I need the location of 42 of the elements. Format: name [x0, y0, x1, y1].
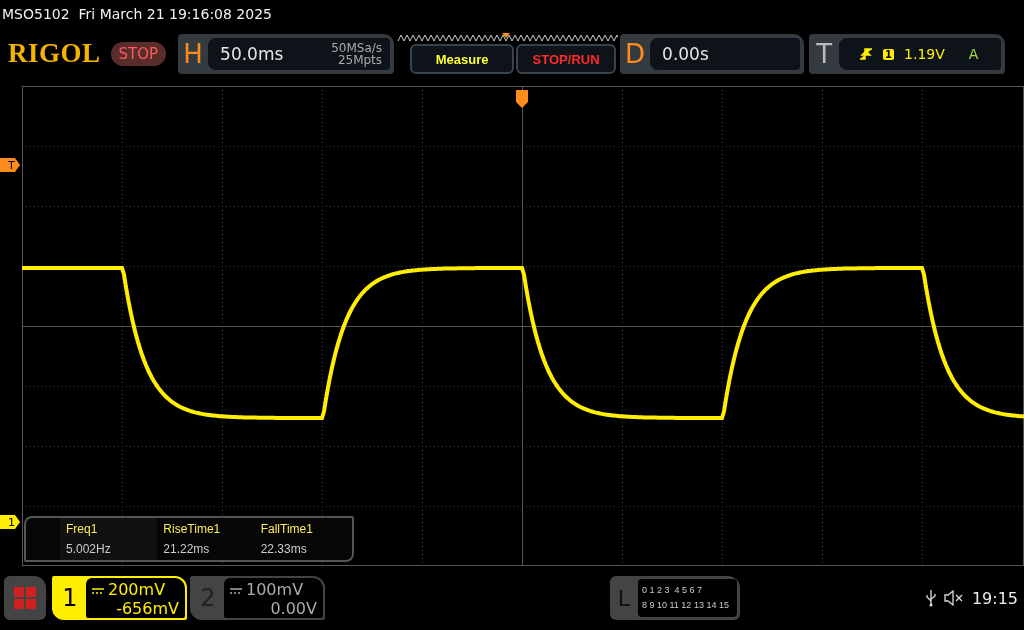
delay-panel[interactable]: D 0.00s	[620, 34, 805, 74]
trigger-level: 1.19V	[904, 46, 945, 62]
measurement-value: 5.002Hz	[66, 542, 112, 556]
trigger-mode: A	[968, 46, 979, 62]
channel-offset: -656mV	[116, 599, 179, 618]
memory-depth: 25Mpts	[337, 54, 383, 66]
channel-offset-marker[interactable]: 1	[0, 515, 20, 529]
stop-run-button[interactable]: STOP/RUN	[516, 44, 617, 74]
channel-scale: 100mV	[246, 580, 304, 599]
usb-icon[interactable]	[925, 589, 936, 607]
trigger-label: T	[815, 39, 834, 69]
channel-offset: 0.00V	[270, 599, 317, 618]
measurement-name: RiseTime1	[163, 522, 222, 536]
measurement-name: FallTime1	[260, 522, 314, 536]
brand-logo: RIGOL	[8, 38, 101, 69]
trigger-level-marker[interactable]: T	[0, 158, 20, 172]
channel-number: 1	[61, 583, 79, 614]
trigger-position-marker[interactable]	[516, 90, 528, 108]
status-line: MSO5102 Fri March 21 19:16:08 2025	[2, 6, 272, 22]
channel-panel[interactable]: 1 200mV -656mV	[52, 576, 187, 620]
logic-channel-numbers: 8 9 10 11 12 13 14 15	[642, 600, 729, 610]
memory-overview-icon	[396, 32, 619, 42]
delay-label: D	[624, 39, 647, 69]
trigger-panel[interactable]: T 1 1.19V A	[809, 34, 1006, 74]
dc-coupling-icon	[92, 586, 104, 595]
horizontal-label: H	[182, 39, 204, 69]
dc-coupling-icon	[230, 586, 242, 595]
run-state-badge: STOP	[110, 42, 167, 66]
menu-button[interactable]	[4, 576, 46, 620]
measurement-value: 21.22ms	[163, 542, 211, 556]
channel-scale: 200mV	[108, 580, 166, 599]
horizontal-panel[interactable]: H 50.0ms 50MSa/s 25Mpts	[178, 34, 395, 74]
muted-speaker-icon[interactable]	[943, 589, 964, 607]
trigger-source-badge: 1	[883, 48, 895, 60]
timebase-value: 50.0ms	[219, 44, 285, 64]
clock: 19:15	[971, 588, 1018, 608]
delay-value: 0.00s	[661, 44, 709, 64]
logic-channel-numbers: 0 1 2 3 4 5 6 7	[642, 585, 703, 595]
measure-button[interactable]: Measure	[410, 44, 515, 74]
sample-rate: 50MSa/s	[331, 42, 383, 54]
measurement-value: 22.33ms	[260, 542, 308, 556]
measurement-name: Freq1	[66, 522, 99, 536]
